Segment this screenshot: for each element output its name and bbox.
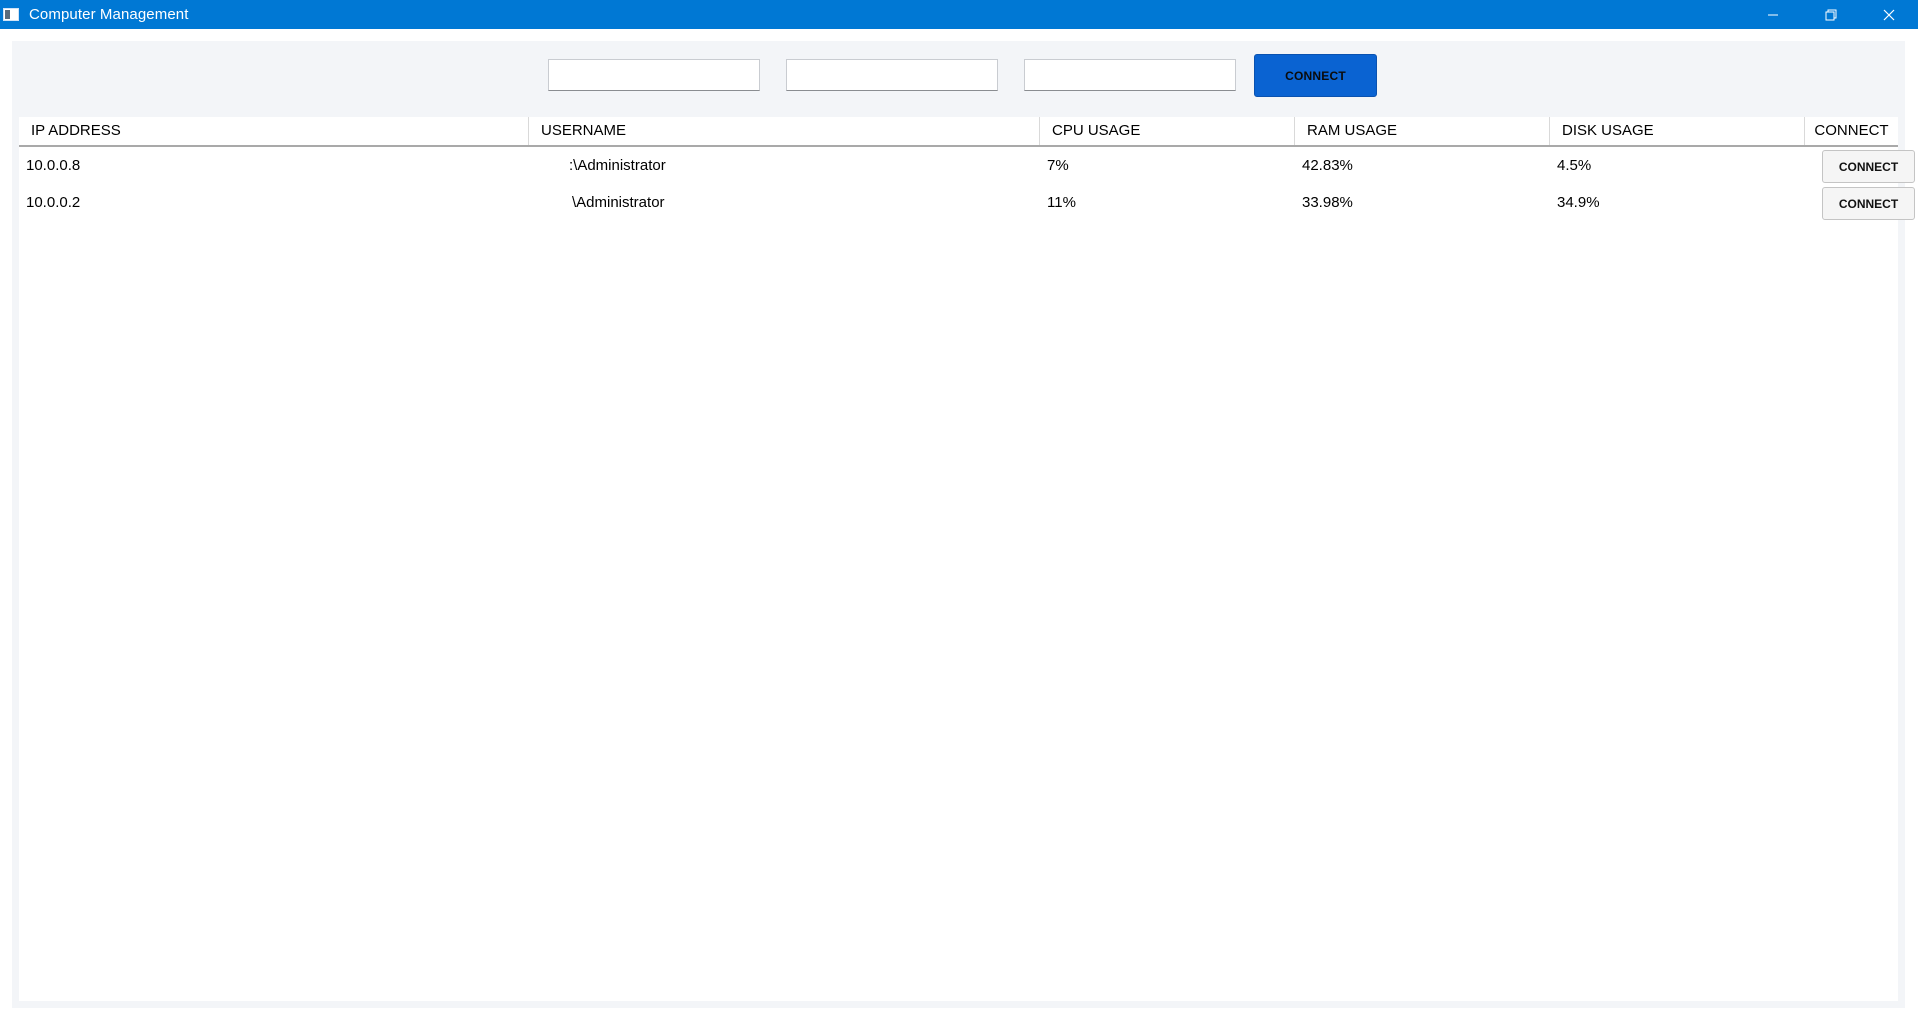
connect-button[interactable]: CONNECT <box>1254 54 1377 97</box>
main-panel: CONNECT IP ADDRESS USERNAME CPU USAGE RA… <box>12 41 1915 1008</box>
cell-disk-usage: 34.9% <box>1557 194 1600 211</box>
computers-table: IP ADDRESS USERNAME CPU USAGE RAM USAGE … <box>19 117 1915 1001</box>
window-controls <box>1744 0 1918 29</box>
cell-ip-address: 10.0.0.2 <box>26 194 81 211</box>
cell-username: :\Administrator <box>569 157 666 174</box>
computer-management-icon <box>3 7 21 23</box>
cell-cpu-usage: 7% <box>1047 157 1069 174</box>
ip-address-input[interactable] <box>548 59 760 91</box>
close-icon <box>1883 9 1895 20</box>
table-row[interactable]: 10.0.0.2 \Administrator 11% 33.98% 34.9%… <box>19 185 1915 221</box>
cell-disk-usage: 4.5% <box>1557 157 1592 174</box>
cell-cpu-usage: 11% <box>1047 194 1076 211</box>
column-header-username[interactable]: USERNAME <box>529 117 1040 145</box>
column-header-ram-usage[interactable]: RAM USAGE <box>1295 117 1550 145</box>
connection-toolbar: CONNECT <box>12 41 1905 117</box>
restore-icon <box>1825 9 1837 20</box>
close-button[interactable] <box>1860 0 1918 29</box>
restore-button[interactable] <box>1802 0 1860 29</box>
minimize-button[interactable] <box>1744 0 1802 29</box>
password-input[interactable] <box>1024 59 1236 91</box>
column-header-disk-usage[interactable]: DISK USAGE <box>1550 117 1805 145</box>
window-title: Computer Management <box>29 6 189 23</box>
cell-ip-address: 10.0.0.8 <box>26 157 81 174</box>
username-input[interactable] <box>786 59 998 91</box>
minimize-icon <box>1768 14 1778 15</box>
table-row[interactable]: 10.0.0.8 :\Administrator 7% 42.83% 4.5% … <box>19 148 1915 184</box>
cell-ram-usage: 33.98% <box>1302 194 1353 211</box>
row-connect-button[interactable]: CONNECT <box>1822 187 1915 220</box>
title-bar: Computer Management <box>0 0 1918 29</box>
row-connect-button[interactable]: CONNECT <box>1822 150 1915 183</box>
column-header-ip-address[interactable]: IP ADDRESS <box>19 117 529 145</box>
cell-username: \Administrator <box>572 194 665 211</box>
cell-ram-usage: 42.83% <box>1302 157 1353 174</box>
column-header-connect[interactable]: CONNECT <box>1805 117 1898 145</box>
column-header-cpu-usage[interactable]: CPU USAGE <box>1040 117 1295 145</box>
table-header: IP ADDRESS USERNAME CPU USAGE RAM USAGE … <box>19 117 1898 147</box>
